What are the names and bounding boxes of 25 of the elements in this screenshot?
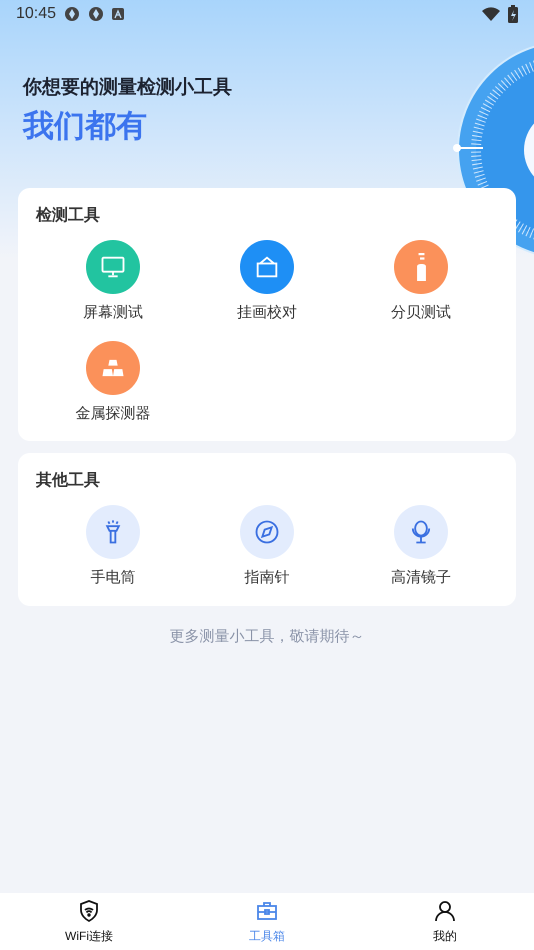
status-time: 10:45 <box>16 4 56 24</box>
card-title: 其他工具 <box>36 470 100 491</box>
shield-icon <box>77 898 101 922</box>
tab[interactable]: 工具箱 <box>178 893 356 950</box>
hero-title: 我们都有 <box>23 106 147 144</box>
tool-button[interactable]: 分贝测试 <box>391 240 451 324</box>
battery-icon <box>508 5 518 23</box>
footnote: 更多测量小工具，敬请期待～ <box>170 626 364 646</box>
tool-button[interactable]: 高清镜子 <box>391 505 451 590</box>
tab[interactable]: 我的 <box>356 893 534 950</box>
hero-subtitle: 你想要的测量检测小工具 <box>23 76 232 100</box>
bottle-icon <box>416 253 426 281</box>
person-icon <box>433 898 457 922</box>
aperture-icon <box>64 6 80 22</box>
keyboard-icon <box>112 8 124 20</box>
card-title: 检测工具 <box>36 206 100 226</box>
compass-icon <box>253 518 281 546</box>
tool-button[interactable]: 金属探测器 <box>76 340 150 425</box>
wifi-icon <box>482 7 500 21</box>
tool-button[interactable]: 手电筒 <box>86 505 140 590</box>
aperture-icon <box>88 6 104 22</box>
tab[interactable]: WiFi连接 <box>0 893 178 950</box>
tool-button[interactable]: 屏幕测试 <box>83 240 143 324</box>
tool-button[interactable]: 挂画校对 <box>237 240 297 324</box>
tool-button[interactable]: 指南针 <box>240 505 294 590</box>
